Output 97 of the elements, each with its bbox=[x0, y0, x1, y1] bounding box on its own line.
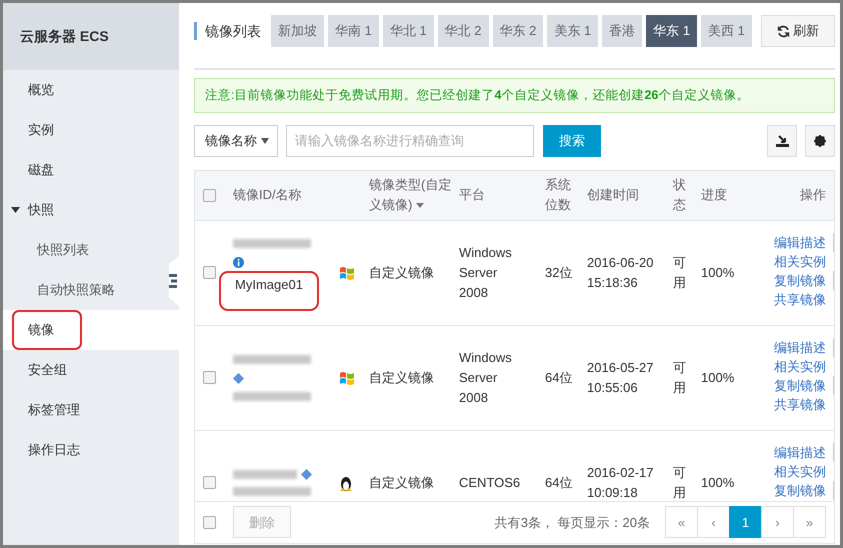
settings-icon bbox=[814, 134, 826, 147]
action-link[interactable]: 相关实例 bbox=[774, 462, 826, 481]
table-cell-text: 2016-02-17 10:09:18 bbox=[587, 464, 654, 501]
checkbox[interactable] bbox=[203, 516, 216, 529]
table-cell-text: 64位 bbox=[545, 368, 574, 387]
sidebar-label: 实例 bbox=[28, 121, 54, 140]
region-tab[interactable]: 美西 1 bbox=[701, 15, 752, 47]
page-title: 镜像列表 bbox=[194, 22, 261, 40]
action-link[interactable]: 共享镜像 bbox=[774, 394, 826, 414]
region-tab[interactable]: 华东 1 bbox=[646, 15, 698, 47]
sidebar-label: 快照列表 bbox=[37, 241, 89, 260]
page-button[interactable]: « bbox=[665, 506, 698, 538]
region-tab[interactable]: 新加坡 bbox=[271, 15, 324, 47]
sidebar-label: 镜像 bbox=[12, 310, 82, 350]
table-cell-text: Windows Server 2008 bbox=[459, 244, 513, 302]
table-cell-text: 32位 bbox=[545, 264, 574, 282]
sidebar-item[interactable]: 快照列表 bbox=[3, 230, 165, 270]
region-tab[interactable]: 美东 1 bbox=[547, 15, 598, 47]
table-cell-text: 可用 bbox=[673, 464, 686, 501]
sidebar-item[interactable]: 磁盘 bbox=[3, 150, 165, 190]
page-button[interactable]: » bbox=[793, 506, 826, 538]
column-header: 平台 bbox=[459, 187, 485, 202]
sidebar-item[interactable]: 标签管理 bbox=[3, 390, 165, 430]
sidebar-item[interactable]: 操作日志 bbox=[3, 430, 165, 470]
column-header: 操作 bbox=[799, 186, 827, 204]
table-cell-text: 可用 bbox=[673, 254, 686, 292]
column-header: 创建时间 bbox=[587, 187, 639, 202]
action-link[interactable]: 编辑描述 bbox=[774, 338, 834, 357]
action-link[interactable]: 复制镜像 bbox=[774, 480, 834, 500]
checkbox[interactable] bbox=[203, 266, 216, 280]
search-field[interactable]: 请输入镜像名称进行精确查询 bbox=[286, 124, 534, 157]
sidebar-label: 操作日志 bbox=[28, 441, 80, 460]
table-cell-text: 64位 bbox=[545, 474, 574, 492]
table-cell-text: 2016-05-27 10:55:06 bbox=[587, 358, 654, 397]
sidebar-item[interactable]: 快照 bbox=[3, 190, 165, 230]
column-header: 镜像ID/名称 bbox=[233, 187, 302, 202]
table-cell-text: CENTOS6 bbox=[459, 474, 522, 492]
checkbox[interactable] bbox=[203, 476, 216, 490]
table-cell-text: 自定义镜像 bbox=[369, 368, 435, 387]
action-link[interactable]: 复制镜像 bbox=[774, 376, 834, 395]
sidebar-label: 自动快照策略 bbox=[37, 281, 115, 300]
sidebar-item[interactable]: 镜像 bbox=[3, 310, 179, 350]
column-header: 状态 bbox=[673, 176, 686, 214]
settings-button[interactable] bbox=[805, 124, 835, 157]
table-cell-text: 100% bbox=[701, 474, 736, 492]
page-button[interactable]: › bbox=[761, 506, 794, 538]
sidebar-label: 安全组 bbox=[28, 361, 67, 380]
checkbox[interactable] bbox=[203, 188, 216, 202]
sidebar-item[interactable]: 概览 bbox=[3, 70, 165, 110]
caret-icon bbox=[11, 207, 20, 213]
export-icon bbox=[776, 134, 788, 147]
page-button[interactable]: 1 bbox=[729, 506, 762, 538]
table-cell-text: 自定义镜像 bbox=[369, 264, 435, 282]
column-header: 系统位数 bbox=[545, 176, 571, 214]
column-header[interactable]: 镜像类型(自定义镜像) bbox=[369, 175, 459, 216]
windows-logo-icon bbox=[339, 266, 355, 282]
region-tab[interactable]: 华北 2 bbox=[438, 15, 489, 47]
search-type-dropdown[interactable]: 镜像名称 bbox=[194, 124, 278, 157]
table-cell-text: 100% bbox=[701, 368, 736, 387]
table-cell-text: 2016-06-20 15:18:36 bbox=[587, 254, 654, 292]
sidebar-label: 快照 bbox=[28, 201, 54, 220]
table-cell-text: Windows Server 2008 bbox=[459, 348, 513, 407]
table-cell-text: 可用 bbox=[673, 358, 686, 397]
sidebar-item[interactable]: 自动快照策略 bbox=[3, 270, 165, 310]
notice-message: 注意:目前镜像功能处于免费试用期。您已经创建了4个自定义镜像，还能创建26个自定义镜像。 bbox=[194, 78, 835, 113]
windows-logo-icon bbox=[339, 371, 355, 386]
action-link[interactable]: 共享镜像 bbox=[774, 290, 826, 309]
column-header: 进度 bbox=[701, 187, 727, 202]
penguin-icon bbox=[339, 475, 353, 492]
sidebar-item[interactable]: 安全组 bbox=[3, 350, 165, 390]
blurred-text bbox=[233, 470, 297, 479]
sidebar-title: 云服务器 ECS bbox=[3, 3, 179, 70]
action-link[interactable]: 编辑描述 bbox=[774, 442, 834, 462]
action-link[interactable]: 复制镜像 bbox=[774, 270, 834, 290]
sidebar-item[interactable]: 实例 bbox=[3, 110, 165, 150]
action-link[interactable]: 相关实例 bbox=[774, 356, 826, 376]
region-tab[interactable]: 华南 1 bbox=[328, 15, 379, 47]
page-button[interactable]: ‹ bbox=[697, 506, 730, 538]
region-tab[interactable]: 华东 2 bbox=[492, 15, 544, 47]
checkbox[interactable] bbox=[203, 371, 216, 384]
image-name: MyImage01 bbox=[219, 271, 319, 311]
search-button[interactable]: 搜索 bbox=[543, 124, 601, 157]
caret-icon bbox=[416, 203, 424, 208]
table-cell-text: 100% bbox=[701, 264, 736, 282]
export-button[interactable] bbox=[767, 124, 797, 157]
pagination-summary: 共有3条， 每页显示：20条 bbox=[494, 514, 650, 532]
action-link[interactable]: 相关实例 bbox=[774, 252, 826, 271]
sidebar-label: 标签管理 bbox=[28, 401, 80, 420]
refresh-button[interactable]: 刷新 bbox=[761, 15, 835, 47]
caret-icon bbox=[261, 138, 269, 144]
region-tab[interactable]: 华北 1 bbox=[382, 15, 434, 47]
region-tab[interactable]: 香港 bbox=[602, 15, 642, 47]
sidebar-label: 磁盘 bbox=[28, 161, 54, 180]
table-cell-text: 自定义镜像 bbox=[369, 474, 435, 492]
sidebar-label: 概览 bbox=[28, 81, 54, 100]
refresh-icon bbox=[777, 24, 790, 38]
action-link[interactable]: 编辑描述 bbox=[774, 232, 834, 252]
